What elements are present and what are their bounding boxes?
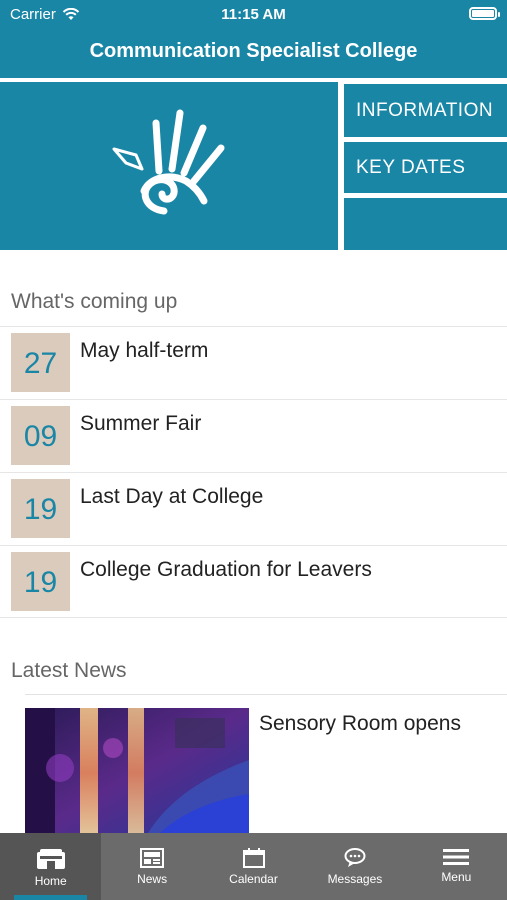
sensory-room-image — [25, 708, 249, 838]
status-bar: Carrier 11:15 AM — [0, 0, 507, 28]
event-date-badge: 27 — [11, 333, 70, 392]
event-date-badge: 19 — [11, 552, 70, 611]
college-logo-tile[interactable] — [0, 82, 338, 250]
menu-icon — [443, 849, 470, 865]
event-title: College Graduation for Leavers — [80, 558, 372, 581]
information-tile[interactable]: INFORMATION — [344, 84, 507, 137]
tab-calendar[interactable]: Calendar — [203, 833, 304, 900]
events-list: 27 May half-term 09 Summer Fair 19 Last … — [0, 326, 507, 618]
event-title: Summer Fair — [80, 412, 202, 435]
calendar-icon — [242, 848, 265, 868]
tab-menu[interactable]: Menu — [406, 833, 507, 900]
app-header: Carrier 11:15 AM Communication Specialis… — [0, 0, 507, 78]
battery-icon — [469, 7, 500, 20]
tab-label: Menu — [441, 870, 472, 884]
news-title: Sensory Room opens — [259, 712, 461, 735]
home-icon — [36, 849, 65, 869]
event-row[interactable]: 09 Summer Fair — [0, 399, 507, 472]
news-icon — [140, 848, 165, 868]
tab-home[interactable]: Home — [0, 833, 102, 900]
event-title: Last Day at College — [80, 485, 264, 508]
news-divider — [25, 694, 507, 695]
tab-label: News — [137, 872, 168, 886]
latest-news-heading: Latest News — [11, 659, 127, 682]
news-thumbnail — [25, 708, 249, 838]
event-row[interactable]: 19 Last Day at College — [0, 472, 507, 545]
information-tile-label: INFORMATION — [356, 99, 494, 121]
event-date-badge: 19 — [11, 479, 70, 538]
tab-label: Home — [34, 874, 67, 888]
tab-bar: Home News Calendar Messages Menu — [0, 833, 507, 900]
event-title: May half-term — [80, 339, 209, 362]
key-dates-tile-label: KEY DATES — [356, 156, 466, 178]
event-date-badge: 09 — [11, 406, 70, 465]
event-row[interactable]: 27 May half-term — [0, 326, 507, 399]
empty-tile[interactable] — [344, 198, 507, 250]
key-dates-tile[interactable]: KEY DATES — [344, 142, 507, 193]
event-row[interactable]: 19 College Graduation for Leavers — [0, 545, 507, 618]
news-item[interactable]: Sensory Room opens — [25, 708, 505, 838]
tab-messages[interactable]: Messages — [304, 833, 405, 900]
tab-news[interactable]: News — [101, 833, 202, 900]
page-title: Communication Specialist College — [89, 40, 418, 62]
messages-icon — [344, 848, 366, 867]
tab-label: Calendar — [229, 872, 278, 886]
coming-up-heading: What's coming up — [11, 290, 178, 313]
tab-label: Messages — [327, 872, 383, 886]
status-time: 11:15 AM — [221, 6, 286, 23]
hero-tiles: INFORMATION KEY DATES — [0, 82, 507, 252]
college-logo-icon — [112, 109, 225, 215]
